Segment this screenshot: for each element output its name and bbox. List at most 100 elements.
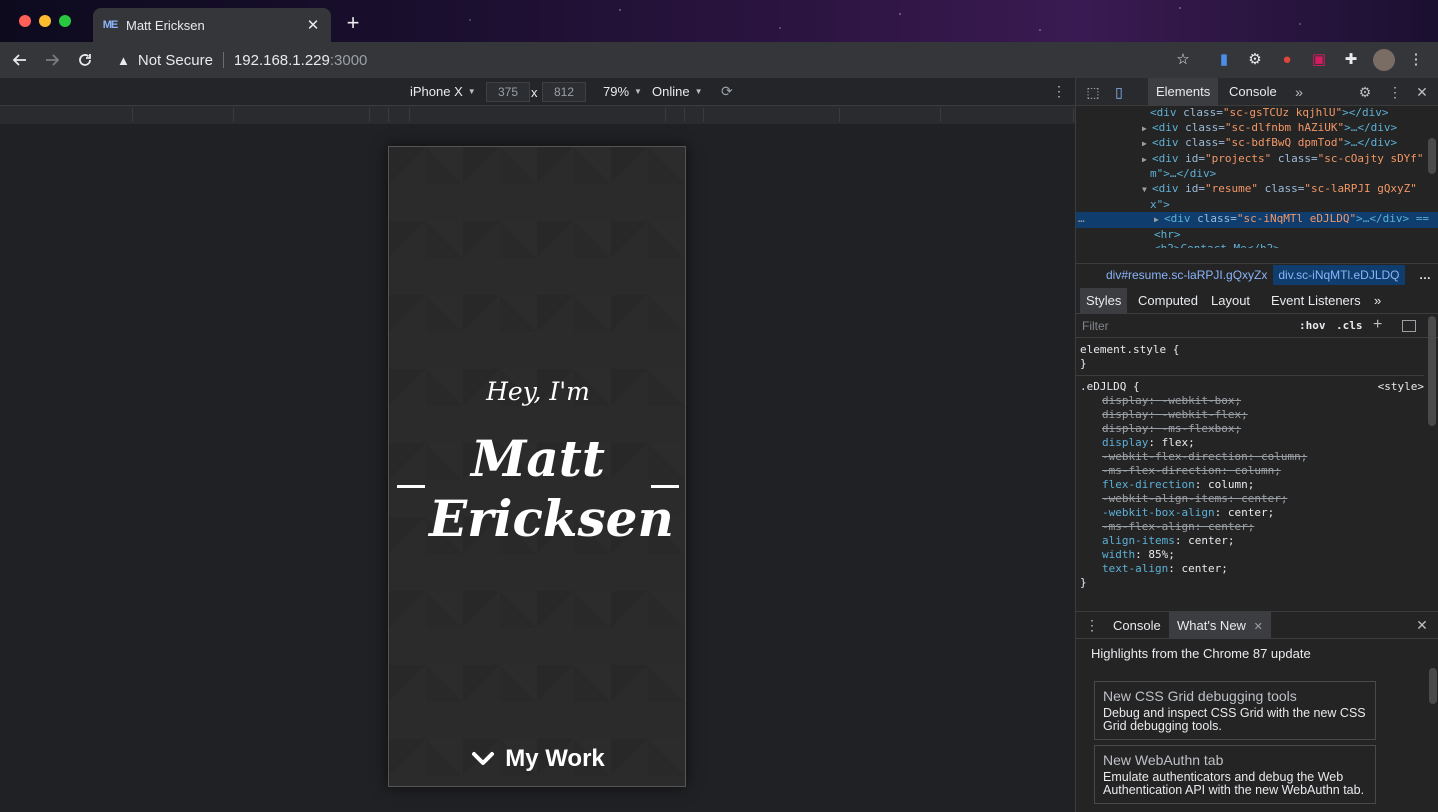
css-property-name[interactable]: text-align bbox=[1102, 562, 1168, 575]
css-declaration[interactable]: align-items: center; bbox=[1080, 534, 1424, 548]
more-tabs-icon[interactable]: » bbox=[1291, 84, 1307, 100]
css-property-name[interactable]: display bbox=[1102, 408, 1148, 421]
bookmark-star-icon[interactable]: ☆ bbox=[1174, 50, 1192, 68]
browser-menu-icon[interactable]: ⋮ bbox=[1407, 50, 1425, 68]
minimize-window-button[interactable] bbox=[39, 15, 51, 27]
css-property-value[interactable]: column; bbox=[1234, 464, 1280, 477]
css-declaration[interactable]: text-align: center; bbox=[1080, 562, 1424, 576]
css-property-value[interactable]: -webkit-flex; bbox=[1162, 408, 1248, 421]
browser-tab-active[interactable]: ME Matt Ericksen ✕ bbox=[93, 8, 331, 42]
dom-node-line[interactable]: ▼ <div id="resume" class="sc-laRPJI gQxyZ… bbox=[1076, 182, 1438, 198]
breadcrumb-item-resume[interactable]: div#resume.sc-laRPJI.gQxyZx bbox=[1106, 268, 1267, 282]
node-actions-ellipsis-icon[interactable]: … bbox=[1078, 212, 1085, 227]
close-devtools-icon[interactable]: ✕ bbox=[1414, 84, 1430, 100]
drawer-tab-whats-new[interactable]: What's New ✕ bbox=[1169, 612, 1271, 639]
css-declaration[interactable]: -webkit-box-align: center; bbox=[1080, 506, 1424, 520]
inspect-element-icon[interactable]: ⬚ bbox=[1085, 84, 1101, 100]
css-declaration[interactable]: -ms-flex-align: center; bbox=[1080, 520, 1424, 534]
css-property-name[interactable]: display bbox=[1102, 422, 1148, 435]
css-property-value[interactable]: center; bbox=[1208, 520, 1254, 533]
close-drawer-icon[interactable]: ✕ bbox=[1414, 617, 1430, 633]
media-query-ruler[interactable] bbox=[0, 106, 1075, 124]
css-declaration[interactable]: -webkit-flex-direction: column; bbox=[1080, 450, 1424, 464]
css-property-name[interactable]: -webkit-flex-direction bbox=[1102, 450, 1248, 463]
close-tab-icon[interactable]: ✕ bbox=[1254, 621, 1263, 633]
dom-node-line[interactable]: ▶ <div class="sc-bdfBwQ dpmTod">…</div> bbox=[1076, 136, 1438, 152]
ruler-segment[interactable] bbox=[0, 108, 133, 122]
css-property-name[interactable]: -webkit-align-items bbox=[1102, 492, 1228, 505]
close-window-button[interactable] bbox=[19, 15, 31, 27]
reload-button[interactable] bbox=[75, 50, 95, 70]
viewport-height-input[interactable]: 812 bbox=[542, 82, 586, 102]
rule-source-link[interactable]: <style> bbox=[1378, 380, 1424, 394]
tab-computed[interactable]: Computed bbox=[1132, 288, 1204, 314]
expand-triangle-icon[interactable]: ▶ bbox=[1154, 213, 1164, 228]
ruler-segment[interactable] bbox=[704, 108, 840, 122]
rotate-icon[interactable]: ⟳ bbox=[721, 83, 733, 100]
dom-scrollbar[interactable] bbox=[1428, 138, 1436, 174]
css-declaration[interactable]: flex-direction: column; bbox=[1080, 478, 1424, 492]
rule-selector[interactable]: .eDJLDQ { bbox=[1080, 380, 1424, 394]
drawer-scrollbar[interactable] bbox=[1429, 668, 1437, 704]
ruler-segment[interactable] bbox=[410, 108, 666, 122]
dom-node-line[interactable]: <hr> bbox=[1076, 228, 1438, 243]
tab-elements[interactable]: Elements bbox=[1148, 78, 1219, 106]
network-throttle-select[interactable]: Online ▼ bbox=[652, 84, 703, 99]
dom-node-line[interactable]: ▶ <div id="projects" class="sc-cOajty sDY… bbox=[1076, 152, 1438, 168]
element-style-selector[interactable]: element.style { bbox=[1080, 343, 1424, 357]
cls-toggle[interactable]: .cls bbox=[1336, 319, 1363, 332]
whats-new-card[interactable]: New WebAuthn tab Emulate authenticators … bbox=[1094, 745, 1376, 804]
dom-node-line[interactable]: <div class="sc-gsTCUz kqjhlU"></div> bbox=[1076, 106, 1438, 121]
extension-red-icon[interactable]: ● bbox=[1278, 50, 1296, 68]
tab-styles[interactable]: Styles bbox=[1080, 288, 1128, 314]
ruler-segment[interactable] bbox=[941, 108, 1074, 122]
extension-bookmark-icon[interactable]: ▮ bbox=[1215, 50, 1233, 68]
dom-tree[interactable]: <div class="sc-gsTCUz kqjhlU"></div> ▶ <di… bbox=[1076, 106, 1438, 248]
css-property-value[interactable]: 85%; bbox=[1148, 548, 1175, 561]
css-property-value[interactable]: column; bbox=[1261, 450, 1307, 463]
dom-node-line[interactable]: m">…</div> bbox=[1076, 167, 1438, 182]
css-declaration[interactable]: display: -webkit-box; bbox=[1080, 394, 1424, 408]
css-property-name[interactable]: display bbox=[1102, 436, 1148, 449]
css-property-name[interactable]: display bbox=[1102, 394, 1148, 407]
ruler-segment[interactable] bbox=[840, 108, 941, 122]
css-property-value[interactable]: center; bbox=[1188, 534, 1234, 547]
styles-scrollbar[interactable] bbox=[1428, 316, 1436, 426]
new-style-rule-icon[interactable]: + bbox=[1373, 316, 1382, 334]
css-property-value[interactable]: center; bbox=[1228, 506, 1274, 519]
css-property-value[interactable]: center; bbox=[1241, 492, 1287, 505]
tab-layout[interactable]: Layout bbox=[1205, 288, 1256, 314]
profile-avatar[interactable] bbox=[1373, 49, 1395, 71]
css-property-value[interactable]: column; bbox=[1208, 478, 1254, 491]
whats-new-card[interactable]: New CSS Grid debugging tools Debug and i… bbox=[1094, 681, 1376, 740]
tab-event-listeners[interactable]: Event Listeners bbox=[1265, 288, 1367, 314]
toggle-sidebar-icon[interactable] bbox=[1402, 320, 1416, 332]
css-property-name[interactable]: -ms-flex-align bbox=[1102, 520, 1195, 533]
dom-node-line[interactable]: ▶ <div class="sc-iNqMTl eDJLDQ">…</div> =… bbox=[1076, 212, 1438, 228]
css-property-value[interactable]: flex; bbox=[1162, 436, 1195, 449]
zoom-window-button[interactable] bbox=[59, 15, 71, 27]
zoom-select[interactable]: 79% ▼ bbox=[603, 84, 642, 99]
more-subtabs-icon[interactable]: » bbox=[1368, 288, 1387, 314]
tab-console[interactable]: Console bbox=[1221, 78, 1285, 106]
ruler-segment[interactable] bbox=[685, 108, 704, 122]
css-declaration[interactable]: display: flex; bbox=[1080, 436, 1424, 450]
css-property-name[interactable]: flex-direction bbox=[1102, 478, 1195, 491]
ruler-segment[interactable] bbox=[370, 108, 389, 122]
ruler-segment[interactable] bbox=[133, 108, 234, 122]
collapse-triangle-icon[interactable]: ▼ bbox=[1142, 183, 1152, 198]
css-property-name[interactable]: width bbox=[1102, 548, 1135, 561]
extensions-puzzle-icon[interactable]: ✚ bbox=[1342, 50, 1360, 68]
settings-gear-icon[interactable]: ⚙ bbox=[1357, 84, 1373, 100]
css-property-value[interactable]: -webkit-box; bbox=[1162, 394, 1241, 407]
css-declaration[interactable]: -webkit-align-items: center; bbox=[1080, 492, 1424, 506]
css-property-value[interactable]: center; bbox=[1181, 562, 1227, 575]
drawer-menu-icon[interactable]: ⋮ bbox=[1084, 617, 1100, 633]
css-declaration[interactable]: width: 85%; bbox=[1080, 548, 1424, 562]
dom-node-line[interactable]: x"> bbox=[1076, 198, 1438, 213]
ruler-segment[interactable] bbox=[666, 108, 685, 122]
extension-blocked-icon[interactable]: ▣ bbox=[1310, 50, 1328, 68]
device-toggle-icon[interactable]: ▯ bbox=[1111, 84, 1127, 100]
css-declaration[interactable]: display: -ms-flexbox; bbox=[1080, 422, 1424, 436]
styles-filter-input[interactable]: Filter bbox=[1082, 319, 1109, 333]
